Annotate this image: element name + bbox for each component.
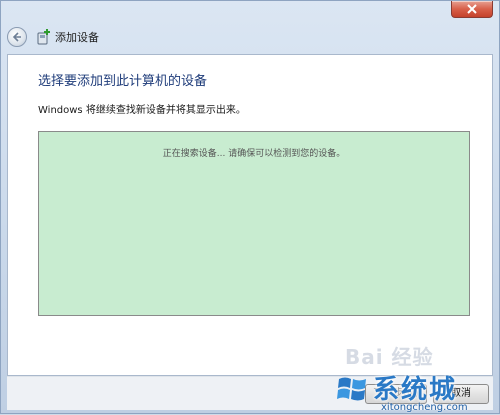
searching-status: 正在搜索设备... 请确保可以检测到您的设备。 — [162, 149, 346, 159]
windows-flag-icon — [337, 377, 366, 401]
navigation-bar: 添加设备 — [7, 23, 99, 51]
close-icon — [467, 4, 477, 14]
brand-domain: xitongcheng.com — [381, 402, 468, 413]
page-description: Windows 将继续查找新设备并将其显示出来。 — [38, 105, 246, 116]
device-list[interactable]: 正在搜索设备... 请确保可以检测到您的设备。 — [38, 131, 470, 316]
brand-name: 系统城 — [373, 375, 458, 405]
back-arrow-icon — [12, 32, 21, 42]
back-button[interactable] — [7, 27, 27, 47]
add-device-window: 添加设备 选择要添加到此计算机的设备 Windows 将继续查找新设备并将其显示… — [0, 0, 500, 414]
window-title: 添加设备 — [55, 31, 99, 44]
page-heading: 选择要添加到此计算机的设备 — [38, 74, 208, 89]
close-button[interactable] — [451, 1, 493, 18]
xitongcheng-watermark: 系统城 xitongcheng.com — [335, 369, 500, 415]
add-device-icon — [37, 29, 51, 45]
content-area: 选择要添加到此计算机的设备 Windows 将继续查找新设备并将其显示出来。 正… — [7, 54, 493, 376]
baidu-watermark: Bai 经验 — [345, 345, 434, 369]
